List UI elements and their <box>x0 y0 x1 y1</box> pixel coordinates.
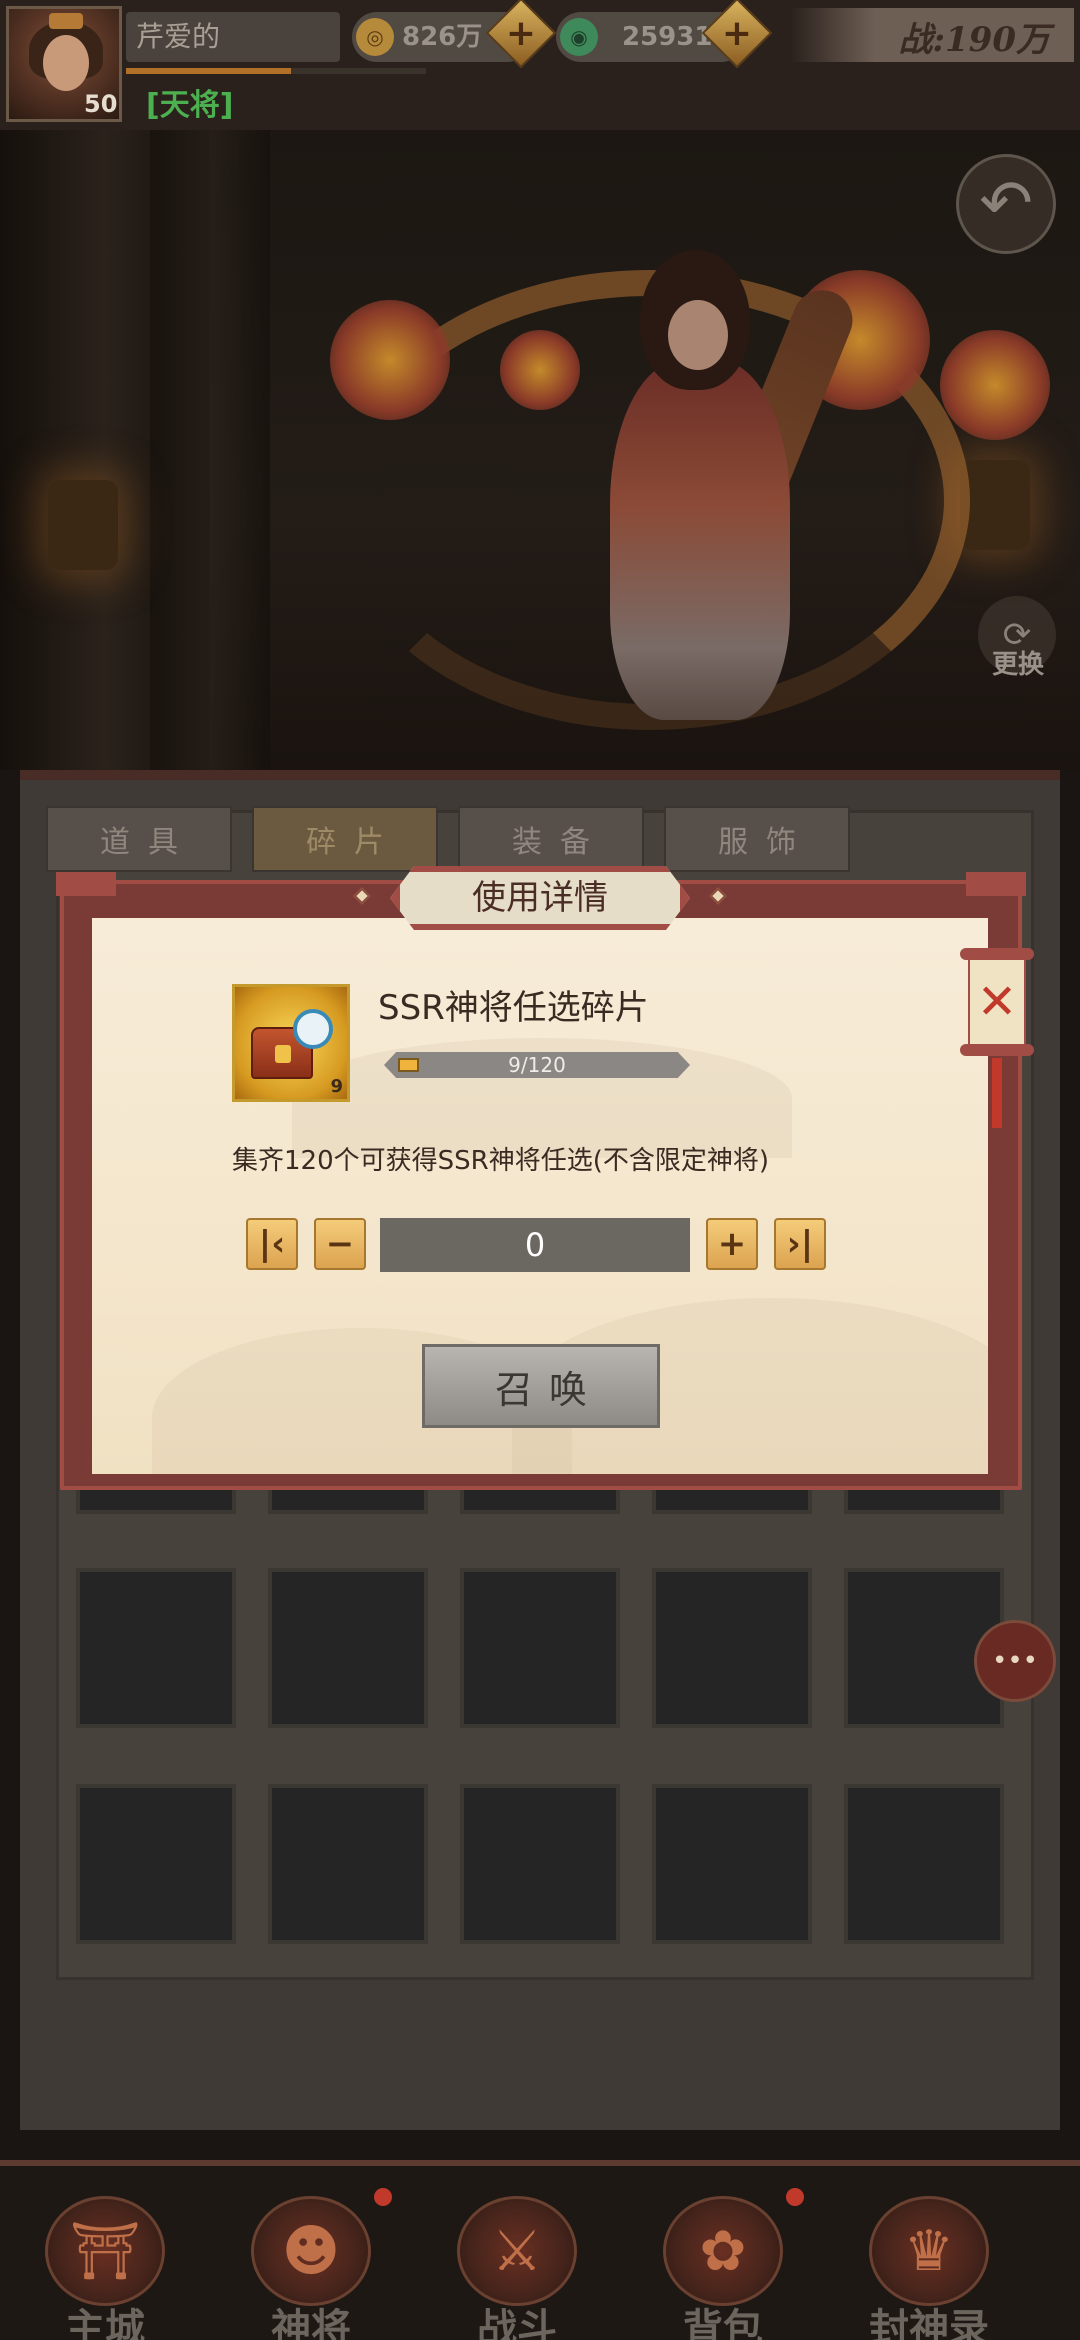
item-description: 集齐120个可获得SSR神将任选(不含限定神将) <box>232 1146 769 1176</box>
plus-icon: + <box>717 1224 747 1264</box>
scroll-tassel <box>992 1058 1002 1128</box>
scroll-rod <box>960 948 1034 960</box>
puzzle-piece-icon <box>293 1009 333 1049</box>
increase-quantity-button[interactable]: + <box>706 1218 758 1270</box>
skip-to-end-icon: ›| <box>786 1224 814 1264</box>
dialog-frame-cap <box>56 872 116 896</box>
quantity-field[interactable]: 0 <box>380 1218 690 1272</box>
close-icon: ✕ <box>976 974 1018 1030</box>
item-count-badge: 9 <box>330 1076 343 1097</box>
max-quantity-button[interactable]: ›| <box>774 1218 826 1270</box>
close-button[interactable]: ✕ <box>956 948 1038 1060</box>
item-icon[interactable]: 9 <box>232 984 350 1102</box>
chest-lock <box>275 1045 291 1063</box>
fragment-progress-bar: 9/120 <box>384 1052 690 1078</box>
dialog-frame-cap <box>966 872 1026 896</box>
scroll-rod <box>960 1044 1034 1056</box>
fragment-progress-text: 9/120 <box>508 1053 566 1077</box>
summon-button[interactable]: 召唤 <box>422 1344 660 1428</box>
dialog-title: 使用详情 <box>472 878 608 918</box>
decrease-quantity-button[interactable]: − <box>314 1218 366 1270</box>
min-quantity-button[interactable]: |‹ <box>246 1218 298 1270</box>
item-name: SSR神将任选碎片 <box>378 988 649 1028</box>
minus-icon: − <box>325 1224 355 1264</box>
skip-to-start-icon: |‹ <box>258 1224 286 1264</box>
